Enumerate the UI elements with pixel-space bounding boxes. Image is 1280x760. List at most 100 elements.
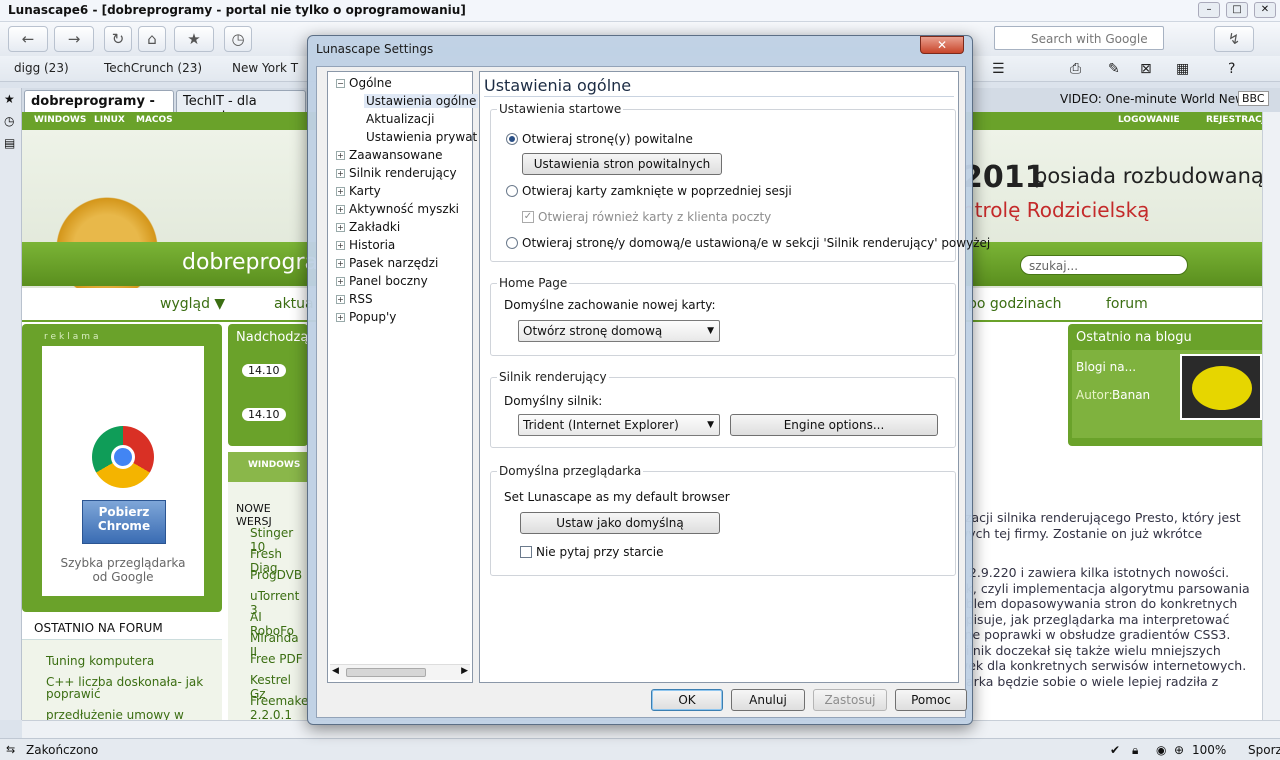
nav-forum[interactable]: forum — [1106, 296, 1148, 312]
lock-icon[interactable]: 🔒︎ — [1132, 743, 1138, 758]
collapse-icon[interactable]: − — [336, 79, 345, 88]
tree-item-advanced[interactable]: + Zaawansowane — [336, 148, 442, 162]
ok-check-icon[interactable]: ✔ — [1110, 743, 1120, 757]
tab-techit[interactable]: TechIT - dla wszyst — [176, 90, 306, 112]
cancel-button[interactable]: Anuluj — [731, 689, 805, 711]
eye-icon[interactable]: ◉ — [1156, 743, 1166, 757]
radio-restore-session[interactable] — [506, 185, 518, 197]
tree-item-popups[interactable]: + Popup'y — [336, 310, 396, 324]
list-icon[interactable]: ☰ — [992, 61, 1005, 77]
reload-icon[interactable]: ↻ — [104, 26, 132, 52]
nav-linux[interactable]: LINUX — [94, 115, 125, 125]
maximize-icon[interactable]: □ — [1226, 2, 1248, 18]
search-input[interactable]: Search with Google — [994, 26, 1164, 50]
update-icon[interactable]: ↯ — [1214, 26, 1254, 52]
tab-dobreprogramy[interactable]: dobreprogramy - ... — [24, 90, 174, 124]
set-default-button[interactable]: Ustaw jako domyślną — [520, 512, 720, 534]
bookmark-digg[interactable]: digg (23) — [14, 61, 69, 75]
ok-button[interactable]: OK — [651, 689, 723, 711]
engine-options-button[interactable]: Engine options... — [730, 414, 938, 436]
expand-icon[interactable]: + — [336, 295, 345, 304]
scroll-left-icon[interactable]: ◀ — [332, 666, 339, 676]
radio-home-pages[interactable] — [506, 237, 518, 249]
scroll-thumb[interactable] — [346, 668, 426, 677]
tree-item-sidebar[interactable]: + Panel boczny — [336, 274, 428, 288]
tree-item-updates[interactable]: Aktualizacji — [366, 112, 434, 126]
print-icon[interactable]: ⎙ — [1070, 61, 1081, 77]
tools-icon[interactable]: ✎ — [1108, 61, 1120, 77]
tree-item-general-settings[interactable]: Ustawienia ogólne — [364, 94, 479, 108]
tree-item-general[interactable]: − Ogólne — [336, 76, 392, 90]
vertical-scrollbar[interactable] — [1262, 112, 1280, 720]
list-item[interactable]: przedłużenie umowy w — [46, 708, 184, 720]
nav-windows[interactable]: WINDOWS — [34, 115, 86, 125]
radio-welcome-pages[interactable] — [506, 133, 518, 145]
list-item[interactable]: Tuning komputera — [46, 654, 154, 668]
expand-icon[interactable]: + — [336, 223, 345, 232]
new-tab-select[interactable]: Otwórz stronę domową ▼ — [518, 320, 720, 342]
close-tabs-icon[interactable]: ⊠ — [1140, 61, 1152, 77]
tree-item-toolbar[interactable]: + Pasek narzędzi — [336, 256, 438, 270]
nav-po-godzinach[interactable]: po godzinach — [968, 296, 1062, 312]
favorites-icon[interactable]: ★ — [174, 26, 214, 52]
checkbox-dont-ask-label[interactable]: Nie pytaj przy starcie — [536, 545, 664, 559]
help-icon[interactable]: ? — [1228, 61, 1235, 77]
blog-author[interactable]: Banan — [1112, 388, 1150, 402]
blog-item[interactable]: Blogi na... — [1076, 360, 1136, 374]
bookmark-techcrunch[interactable]: TechCrunch (23) — [104, 61, 202, 75]
chrome-ad[interactable]: Pobierz Chrome Szybka przeglądarka od Go… — [42, 346, 204, 596]
site-search-input[interactable]: szukaj... — [1020, 255, 1188, 275]
download-chrome-button[interactable]: Pobierz Chrome — [82, 500, 166, 544]
dialog-close-button[interactable]: ✕ — [920, 36, 964, 54]
radio-welcome-label[interactable]: Otwieraj stronę(y) powitalne — [522, 132, 693, 146]
radio-restore-label[interactable]: Otwieraj karty zamknięte w poprzedniej s… — [522, 184, 792, 198]
zoom-icon[interactable]: ⊕ — [1174, 743, 1184, 757]
news-source-select[interactable]: BBC — [1238, 91, 1269, 106]
windows-tab[interactable]: WINDOWS — [228, 452, 308, 482]
tree-item-rss[interactable]: + RSS — [336, 292, 373, 306]
expand-icon[interactable]: + — [336, 169, 345, 178]
back-icon[interactable]: ← — [8, 26, 48, 52]
tree-item-mouse[interactable]: + Aktywność myszki — [336, 202, 459, 216]
history-icon[interactable]: ◷ — [224, 26, 252, 52]
tree-item-privacy[interactable]: Ustawienia prywat — [366, 130, 477, 144]
checkbox-dont-ask[interactable] — [520, 546, 532, 558]
close-window-icon[interactable]: ✕ — [1254, 2, 1276, 18]
expand-icon[interactable]: + — [336, 313, 345, 322]
forward-icon[interactable]: → — [54, 26, 94, 52]
radio-home-label[interactable]: Otwieraj stronę/y domową/e ustawioną/e w… — [522, 236, 990, 250]
rss-icon[interactable]: ▤ — [4, 136, 15, 150]
tree-item-tabs[interactable]: + Karty — [336, 184, 381, 198]
tree-item-bookmarks[interactable]: + Zakładki — [336, 220, 400, 234]
list-item[interactable]: Freemake 2.2.0.1 — [250, 694, 308, 720]
welcome-pages-button[interactable]: Ustawienia stron powitalnych — [522, 153, 722, 175]
tree-item-history[interactable]: + Historia — [336, 238, 395, 252]
bookmark-nytimes[interactable]: New York T — [232, 61, 298, 75]
zoom-level[interactable]: 100% — [1192, 743, 1226, 757]
list-item[interactable]: Free PDF — [250, 652, 303, 666]
expand-icon[interactable]: + — [336, 205, 345, 214]
expand-icon[interactable]: + — [336, 187, 345, 196]
nav-macos[interactable]: MACOS — [136, 115, 173, 125]
expand-icon[interactable]: + — [336, 259, 345, 268]
tree-horizontal-scrollbar[interactable]: ◀ ▶ — [330, 664, 470, 680]
checkbox-mail-tabs[interactable]: ✓ — [522, 211, 534, 223]
engine-select[interactable]: Trident (Internet Explorer) ▼ — [518, 414, 720, 436]
list-item[interactable]: ProgDVB — [250, 568, 302, 582]
layout-icon[interactable]: ▦ — [1176, 61, 1189, 77]
apply-button[interactable]: Zastosuj — [813, 689, 887, 711]
login-link[interactable]: LOGOWANIE — [1118, 115, 1180, 125]
expand-icon[interactable]: + — [336, 277, 345, 286]
home-icon[interactable]: ⌂ — [138, 26, 166, 52]
expand-icon[interactable]: + — [336, 241, 345, 250]
history-side-icon[interactable]: ◷ — [4, 114, 14, 128]
list-item[interactable]: C++ liczba doskonała- jak poprawić — [46, 676, 206, 700]
news-ticker[interactable]: VIDEO: One-minute World News — [1060, 92, 1251, 106]
help-button[interactable]: Pomoc — [895, 689, 967, 711]
star-icon[interactable]: ★ — [4, 92, 15, 106]
expand-icon[interactable]: + — [336, 151, 345, 160]
scroll-right-icon[interactable]: ▶ — [461, 666, 468, 676]
minimize-icon[interactable]: – — [1198, 2, 1220, 18]
nav-wyglad[interactable]: wygląd ▼ — [160, 296, 225, 312]
tree-item-engine[interactable]: + Silnik renderujący — [336, 166, 457, 180]
